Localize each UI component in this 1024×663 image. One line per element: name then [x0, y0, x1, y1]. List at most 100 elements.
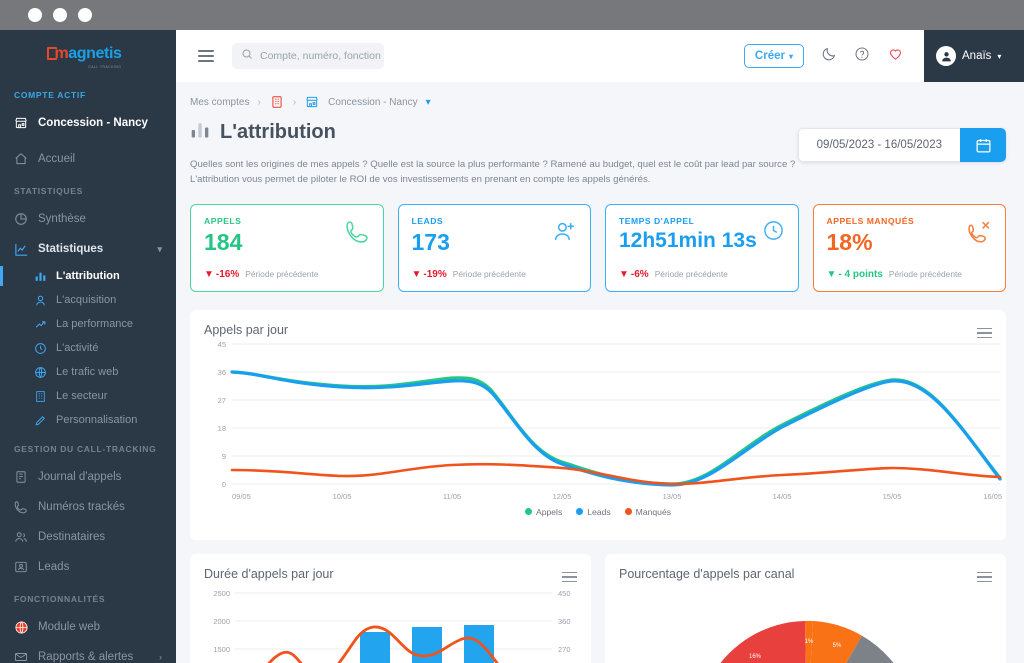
y-left-2000: 2000: [213, 617, 230, 626]
sidebar-item-le-secteur[interactable]: Le secteur: [0, 384, 176, 408]
y-right-360: 360: [558, 617, 571, 626]
phone-icon: [345, 219, 370, 249]
create-button-label: Créer: [754, 50, 785, 62]
sidebar-section-account: COMPTE ACTIF: [14, 90, 86, 100]
sidebar-item-numeros-trackes[interactable]: Numéros trackés: [0, 492, 176, 522]
legend-label: Leads: [587, 506, 611, 517]
window-dot-maximize[interactable]: [78, 8, 92, 22]
sidebar-item-statistiques[interactable]: Statistiques ▾: [0, 234, 176, 264]
hamburger-icon[interactable]: [198, 47, 214, 65]
sidebar-item-account[interactable]: Concession - Nancy: [0, 108, 176, 138]
panel-appels-par-jour: Appels par jour 45 36 27 18 9 0 09/05 10…: [190, 309, 1006, 540]
building-red-icon[interactable]: [269, 94, 285, 110]
legend-item-appels[interactable]: Appels: [524, 507, 562, 517]
chart-menu-button[interactable]: [977, 325, 992, 341]
sidebar-item-synthese-label: Synthèse: [38, 213, 86, 225]
help-button[interactable]: [854, 46, 870, 67]
chevron-right-icon-2: ›: [292, 96, 297, 108]
breadcrumb-root[interactable]: Mes comptes: [190, 97, 249, 108]
calendar-icon[interactable]: [960, 128, 1006, 162]
legend-label: Manqués: [635, 506, 672, 517]
sidebar-item-personnalisation-label: Personnalisation: [56, 414, 138, 426]
pie-chart-icon: [14, 212, 38, 226]
kpi-value: 12h51min 13s: [619, 228, 757, 252]
sidebar-item-numeros-trackes-label: Numéros trackés: [38, 501, 125, 513]
sidebar-item-journal-dappels-label: Journal d'appels: [38, 471, 122, 483]
sidebar-item-accueil[interactable]: Accueil: [0, 144, 176, 174]
legend-swatch: [576, 508, 584, 516]
favorite-button[interactable]: [887, 45, 904, 67]
chart-appels-par-jour-wrap: Appels par jour 45 36 27 18 9 0 09/05 10…: [176, 292, 1024, 540]
sidebar-item-leads-label: Leads: [38, 561, 70, 573]
panel-duree-dappels: Durée d'appels par jour 2500 2000 1500 1…: [190, 553, 591, 663]
sidebar-item-synthese[interactable]: Synthèse: [0, 204, 176, 234]
kpi-delta: ▼ -19%: [411, 268, 447, 280]
dark-mode-toggle[interactable]: [821, 46, 837, 67]
breadcrumb-current[interactable]: Concession - Nancy: [328, 97, 417, 108]
chart-title: Pourcentage d'appels par canal: [619, 566, 795, 581]
line-chart-icon: [14, 242, 38, 257]
date-range-picker[interactable]: 09/05/2023 - 16/05/2023: [797, 128, 1006, 162]
window-dot-close[interactable]: [28, 8, 42, 22]
legend-item-manques[interactable]: Manqués: [624, 506, 672, 517]
sidebar-item-la-performance[interactable]: La performance: [0, 312, 176, 336]
sidebar-item-leads[interactable]: Leads: [0, 552, 176, 582]
sidebar-item-le-secteur-label: Le secteur: [56, 390, 108, 402]
moon-icon: [821, 46, 837, 67]
question-circle-icon: [854, 46, 870, 67]
date-range-value[interactable]: 09/05/2023 - 16/05/2023: [797, 128, 960, 162]
sidebar-item-journal-dappels[interactable]: Journal d'appels: [0, 462, 176, 492]
window-dot-minimize[interactable]: [53, 8, 67, 22]
sidebar-section-statistiques: STATISTIQUES: [14, 186, 84, 196]
sidebar-section-calltracking: GESTION DU CALL-TRACKING: [14, 444, 157, 454]
kpi-card-appels: APPELS 184 ▼ -16% Période précédente: [190, 203, 384, 292]
clock-icon: [34, 342, 56, 355]
user-name: Anaïs: [962, 50, 992, 62]
y-tick-0: 0: [222, 480, 226, 489]
kpi-delta: ▼ -6%: [619, 268, 649, 280]
chevron-right-icon: ›: [159, 652, 162, 662]
kpi-compare: Période précédente: [888, 269, 962, 280]
bar-chart-icon: [190, 120, 210, 145]
create-button[interactable]: Créer ▾: [743, 44, 804, 68]
sidebar-item-destinataires[interactable]: Destinataires: [0, 522, 176, 552]
y-left-1500: 1500: [213, 645, 230, 654]
sidebar-section-fonctionnalites: FONCTIONNALITÉS: [14, 594, 106, 604]
sidebar-item-rapports-alertes[interactable]: Rapports & alertes ›: [0, 642, 176, 663]
store-icon: [14, 116, 38, 130]
chart-menu-button[interactable]: [562, 569, 577, 585]
brand-logo[interactable]: magnetis CALL TRACKING: [0, 30, 176, 78]
logo-bracket-icon: [47, 47, 58, 60]
sidebar-item-lacquisition[interactable]: L'acquisition: [0, 288, 176, 312]
kpi-footer: ▼ -19% Période précédente: [412, 269, 526, 280]
mail-icon: [14, 650, 38, 663]
sidebar-item-lattribution[interactable]: L'attribution: [0, 264, 176, 288]
chart-legend: Appels Leads Manqués: [190, 502, 1006, 529]
pie-label-2: 5%: [833, 643, 842, 649]
user-menu[interactable]: Anaïs ▾: [924, 30, 1024, 82]
sidebar-item-module-web[interactable]: Module web: [0, 612, 176, 642]
chevron-down-icon: ▾: [157, 243, 162, 254]
sidebar-item-statistiques-label: Statistiques: [38, 243, 104, 255]
journal-icon: [14, 470, 38, 484]
logo-tagline: CALL TRACKING: [88, 65, 122, 69]
sidebar-item-personnalisation[interactable]: Personnalisation: [0, 408, 176, 432]
bar-5: [464, 624, 494, 663]
search-input[interactable]: Compte, numéro, fonction: [232, 43, 384, 69]
chevron-down-icon[interactable]: ▾: [426, 97, 431, 108]
window-title-bar: [0, 0, 1024, 30]
globe-icon: [34, 366, 56, 379]
x-tick-5: 14/05: [773, 492, 792, 501]
store-blue-icon[interactable]: [304, 94, 320, 110]
legend-item-leads[interactable]: Leads: [576, 506, 611, 517]
bottom-charts-row: Durée d'appels par jour 2500 2000 1500 1…: [176, 540, 1024, 663]
chart-menu-button[interactable]: [977, 569, 992, 585]
sidebar-item-la-performance-label: La performance: [56, 318, 134, 330]
sidebar-item-le-trafic-web[interactable]: Le trafic web: [0, 360, 176, 384]
sidebar-item-lactivite[interactable]: L'activité: [0, 336, 176, 360]
top-bar: Compte, numéro, fonction Créer ▾ Anaïs ▾: [176, 30, 1024, 82]
legend-swatch: [624, 508, 632, 516]
chart-title: Durée d'appels par jour: [204, 566, 334, 581]
sidebar-item-accueil-label: Accueil: [38, 153, 76, 165]
page-description: Quelles sont les origines de mes appels …: [176, 145, 816, 188]
